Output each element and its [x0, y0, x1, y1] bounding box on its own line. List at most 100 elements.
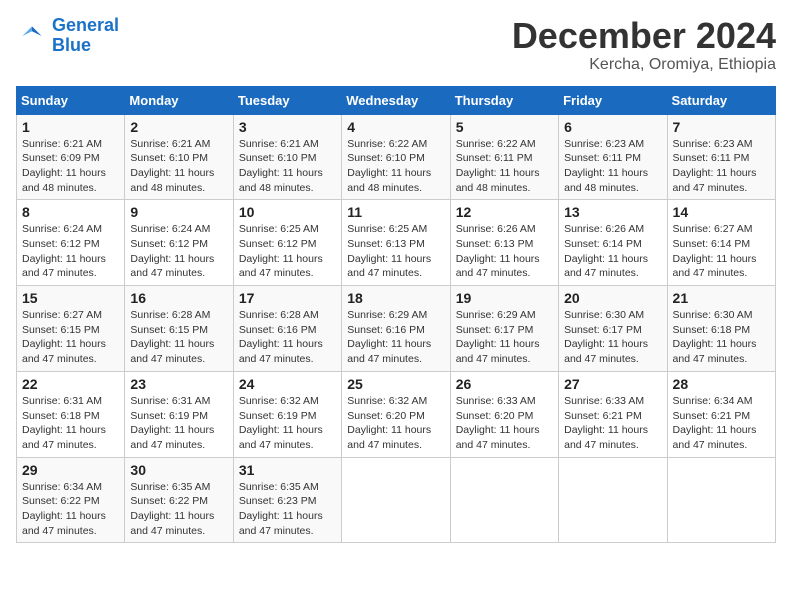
day-info: Sunrise: 6:30 AM Sunset: 6:18 PM Dayligh… [673, 308, 770, 367]
calendar-table: SundayMondayTuesdayWednesdayThursdayFrid… [16, 86, 776, 544]
day-cell: 9 Sunrise: 6:24 AM Sunset: 6:12 PM Daylig… [125, 200, 233, 286]
day-cell: 16 Sunrise: 6:28 AM Sunset: 6:15 PM Dayli… [125, 286, 233, 372]
header-sunday: Sunday [17, 86, 125, 114]
header-monday: Monday [125, 86, 233, 114]
day-cell: 8 Sunrise: 6:24 AM Sunset: 6:12 PM Daylig… [17, 200, 125, 286]
day-cell: 1 Sunrise: 6:21 AM Sunset: 6:09 PM Daylig… [17, 114, 125, 200]
day-cell: 6 Sunrise: 6:23 AM Sunset: 6:11 PM Daylig… [559, 114, 667, 200]
day-info: Sunrise: 6:35 AM Sunset: 6:22 PM Dayligh… [130, 480, 227, 539]
day-info: Sunrise: 6:24 AM Sunset: 6:12 PM Dayligh… [22, 222, 119, 281]
day-cell: 5 Sunrise: 6:22 AM Sunset: 6:11 PM Daylig… [450, 114, 558, 200]
day-info: Sunrise: 6:28 AM Sunset: 6:15 PM Dayligh… [130, 308, 227, 367]
day-info: Sunrise: 6:33 AM Sunset: 6:20 PM Dayligh… [456, 394, 553, 453]
day-cell [450, 457, 558, 543]
day-number: 18 [347, 290, 444, 306]
header-tuesday: Tuesday [233, 86, 341, 114]
day-info: Sunrise: 6:25 AM Sunset: 6:13 PM Dayligh… [347, 222, 444, 281]
day-cell: 24 Sunrise: 6:32 AM Sunset: 6:19 PM Dayli… [233, 371, 341, 457]
month-title: December 2024 [512, 16, 776, 56]
day-number: 31 [239, 462, 336, 478]
day-info: Sunrise: 6:34 AM Sunset: 6:21 PM Dayligh… [673, 394, 770, 453]
day-cell: 13 Sunrise: 6:26 AM Sunset: 6:14 PM Dayli… [559, 200, 667, 286]
day-number: 4 [347, 119, 444, 135]
day-number: 30 [130, 462, 227, 478]
page-header: General Blue December 2024 Kercha, Oromi… [16, 16, 776, 74]
day-cell [667, 457, 775, 543]
day-cell: 23Sunrise: 6:31 AM Sunset: 6:19 PM Dayli… [125, 371, 233, 457]
day-info: Sunrise: 6:25 AM Sunset: 6:12 PM Dayligh… [239, 222, 336, 281]
day-info: Sunrise: 6:27 AM Sunset: 6:14 PM Dayligh… [673, 222, 770, 281]
day-cell: 10 Sunrise: 6:25 AM Sunset: 6:12 PM Dayli… [233, 200, 341, 286]
day-cell: 3 Sunrise: 6:21 AM Sunset: 6:10 PM Daylig… [233, 114, 341, 200]
day-info: Sunrise: 6:22 AM Sunset: 6:11 PM Dayligh… [456, 137, 553, 196]
day-number: 9 [130, 204, 227, 220]
day-number: 5 [456, 119, 553, 135]
day-number: 16 [130, 290, 227, 306]
day-cell: 19 Sunrise: 6:29 AM Sunset: 6:17 PM Dayli… [450, 286, 558, 372]
day-number: 17 [239, 290, 336, 306]
day-number: 1 [22, 119, 119, 135]
day-cell: 22Sunrise: 6:31 AM Sunset: 6:18 PM Dayli… [17, 371, 125, 457]
day-info: Sunrise: 6:32 AM Sunset: 6:19 PM Dayligh… [239, 394, 336, 453]
logo-icon [16, 20, 48, 52]
day-cell [559, 457, 667, 543]
day-cell: 27 Sunrise: 6:33 AM Sunset: 6:21 PM Dayli… [559, 371, 667, 457]
header-friday: Friday [559, 86, 667, 114]
day-info: Sunrise: 6:34 AM Sunset: 6:22 PM Dayligh… [22, 480, 119, 539]
day-info: Sunrise: 6:23 AM Sunset: 6:11 PM Dayligh… [564, 137, 661, 196]
title-block: December 2024 Kercha, Oromiya, Ethiopia [512, 16, 776, 74]
week-row-3: 15 Sunrise: 6:27 AM Sunset: 6:15 PM Dayli… [17, 286, 776, 372]
day-number: 29 [22, 462, 119, 478]
day-cell: 26Sunrise: 6:33 AM Sunset: 6:20 PM Dayli… [450, 371, 558, 457]
day-info: Sunrise: 6:33 AM Sunset: 6:21 PM Dayligh… [564, 394, 661, 453]
day-info: Sunrise: 6:31 AM Sunset: 6:19 PM Dayligh… [130, 394, 227, 453]
day-info: Sunrise: 6:31 AM Sunset: 6:18 PM Dayligh… [22, 394, 119, 453]
logo-text: General Blue [52, 16, 119, 56]
day-number: 6 [564, 119, 661, 135]
day-number: 11 [347, 204, 444, 220]
day-cell: 30 Sunrise: 6:35 AM Sunset: 6:22 PM Dayli… [125, 457, 233, 543]
day-number: 15 [22, 290, 119, 306]
day-info: Sunrise: 6:27 AM Sunset: 6:15 PM Dayligh… [22, 308, 119, 367]
day-info: Sunrise: 6:32 AM Sunset: 6:20 PM Dayligh… [347, 394, 444, 453]
day-cell: 20 Sunrise: 6:30 AM Sunset: 6:17 PM Dayli… [559, 286, 667, 372]
day-info: Sunrise: 6:29 AM Sunset: 6:17 PM Dayligh… [456, 308, 553, 367]
day-info: Sunrise: 6:24 AM Sunset: 6:12 PM Dayligh… [130, 222, 227, 281]
day-number: 19 [456, 290, 553, 306]
day-cell: 2 Sunrise: 6:21 AM Sunset: 6:10 PM Daylig… [125, 114, 233, 200]
day-number: 27 [564, 376, 661, 392]
day-cell: 17 Sunrise: 6:28 AM Sunset: 6:16 PM Dayli… [233, 286, 341, 372]
week-row-5: 29 Sunrise: 6:34 AM Sunset: 6:22 PM Dayli… [17, 457, 776, 543]
day-info: Sunrise: 6:23 AM Sunset: 6:11 PM Dayligh… [673, 137, 770, 196]
header-thursday: Thursday [450, 86, 558, 114]
day-cell [342, 457, 450, 543]
location: Kercha, Oromiya, Ethiopia [512, 56, 776, 74]
day-cell: 14 Sunrise: 6:27 AM Sunset: 6:14 PM Dayli… [667, 200, 775, 286]
day-cell: 25 Sunrise: 6:32 AM Sunset: 6:20 PM Dayli… [342, 371, 450, 457]
day-info: Sunrise: 6:21 AM Sunset: 6:09 PM Dayligh… [22, 137, 119, 196]
day-cell: 4 Sunrise: 6:22 AM Sunset: 6:10 PM Daylig… [342, 114, 450, 200]
day-number: 10 [239, 204, 336, 220]
day-info: Sunrise: 6:26 AM Sunset: 6:14 PM Dayligh… [564, 222, 661, 281]
day-info: Sunrise: 6:28 AM Sunset: 6:16 PM Dayligh… [239, 308, 336, 367]
day-info: Sunrise: 6:21 AM Sunset: 6:10 PM Dayligh… [130, 137, 227, 196]
day-cell: 29 Sunrise: 6:34 AM Sunset: 6:22 PM Dayli… [17, 457, 125, 543]
day-cell: 15 Sunrise: 6:27 AM Sunset: 6:15 PM Dayli… [17, 286, 125, 372]
day-number: 13 [564, 204, 661, 220]
day-info: Sunrise: 6:21 AM Sunset: 6:10 PM Dayligh… [239, 137, 336, 196]
day-number: 25 [347, 376, 444, 392]
day-number: 8 [22, 204, 119, 220]
day-number: 20 [564, 290, 661, 306]
header-saturday: Saturday [667, 86, 775, 114]
day-number: 21 [673, 290, 770, 306]
day-info: Sunrise: 6:22 AM Sunset: 6:10 PM Dayligh… [347, 137, 444, 196]
day-info: Sunrise: 6:26 AM Sunset: 6:13 PM Dayligh… [456, 222, 553, 281]
day-number: 2 [130, 119, 227, 135]
day-info: Sunrise: 6:30 AM Sunset: 6:17 PM Dayligh… [564, 308, 661, 367]
day-number: 14 [673, 204, 770, 220]
week-row-2: 8 Sunrise: 6:24 AM Sunset: 6:12 PM Daylig… [17, 200, 776, 286]
day-number: 24 [239, 376, 336, 392]
day-number: 3 [239, 119, 336, 135]
day-number: 12 [456, 204, 553, 220]
header-wednesday: Wednesday [342, 86, 450, 114]
